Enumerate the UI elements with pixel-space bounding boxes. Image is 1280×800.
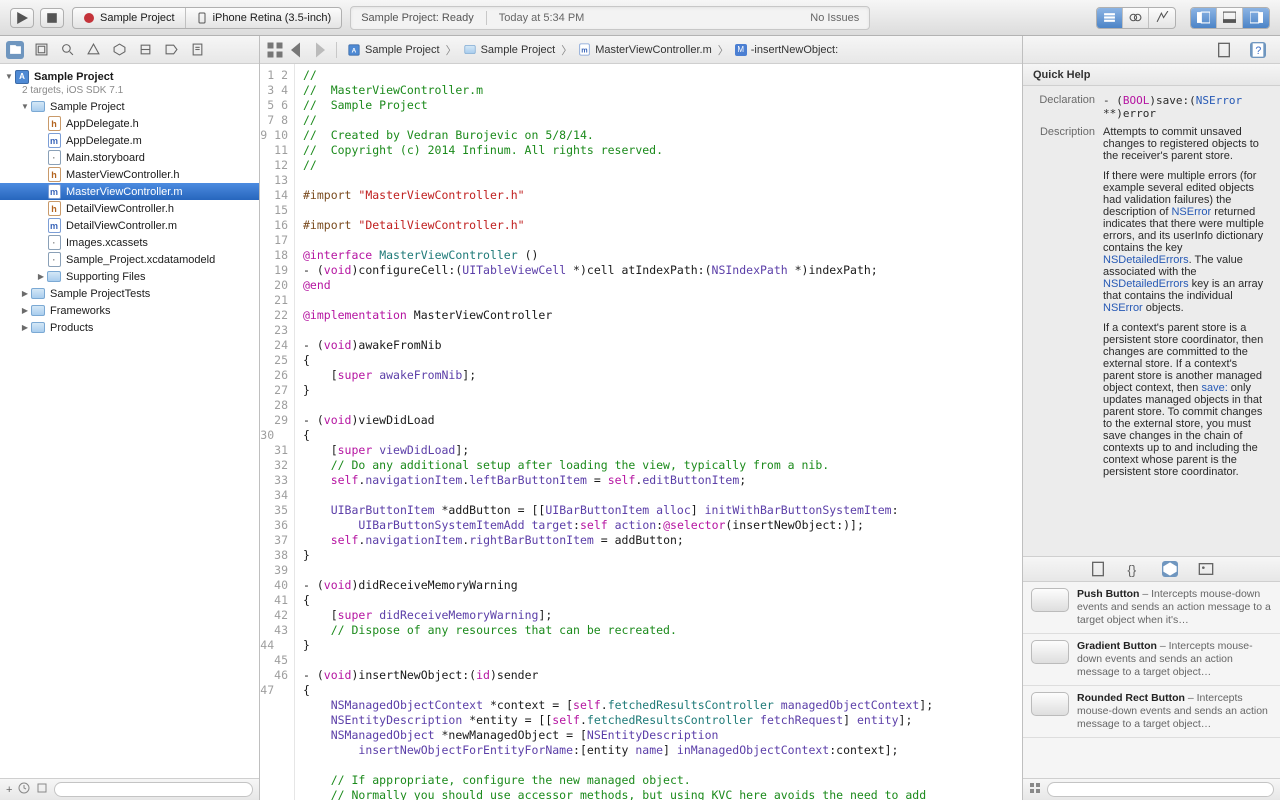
run-button[interactable]	[10, 8, 34, 28]
scheme-destination-label: iPhone Retina (3.5-inch)	[213, 12, 332, 24]
project-subtitle: 2 targets, iOS SDK 7.1	[0, 85, 259, 98]
related-items-button[interactable]	[266, 41, 284, 59]
code-area[interactable]: // // MasterViewController.m // Sample P…	[295, 64, 1022, 800]
standard-editor-button[interactable]	[1097, 8, 1123, 28]
breakpoint-navigator-tab[interactable]	[162, 41, 180, 59]
quick-help-body: Declaration - (BOOL)save:(NSError **)err…	[1023, 86, 1280, 556]
code-snippet-library-tab[interactable]: {}	[1126, 561, 1142, 577]
tree-row[interactable]: hMasterViewController.h	[0, 166, 259, 183]
app-icon	[83, 12, 95, 24]
file-template-library-tab[interactable]	[1090, 561, 1106, 577]
forward-button[interactable]	[310, 41, 328, 59]
library-item[interactable]: Rounded Rect Button – Intercepts mouse-d…	[1023, 686, 1280, 738]
library-item[interactable]: Push Button – Intercepts mouse-down even…	[1023, 582, 1280, 634]
find-navigator-tab[interactable]	[58, 41, 76, 59]
svg-text:?: ?	[1255, 45, 1261, 57]
library-view-icon[interactable]	[1029, 782, 1041, 797]
toggle-debug-button[interactable]	[1217, 8, 1243, 28]
simulator-icon	[196, 12, 208, 24]
navigator-panel: ▼ A Sample Project 2 targets, iOS SDK 7.…	[0, 36, 260, 800]
library-thumb	[1031, 640, 1069, 664]
tree-row[interactable]: ▶Products	[0, 319, 259, 336]
file-inspector-tab[interactable]	[1216, 42, 1232, 58]
svg-text:{}: {}	[1127, 562, 1136, 577]
stop-button[interactable]	[40, 8, 64, 28]
navigator-filter-input[interactable]	[54, 782, 253, 797]
scheme-target[interactable]: Sample Project	[73, 8, 186, 28]
library-thumb	[1031, 588, 1069, 612]
debug-navigator-tab[interactable]	[136, 41, 154, 59]
jump-group[interactable]: Sample Project	[461, 44, 558, 56]
object-library-tab[interactable]	[1162, 561, 1178, 577]
jump-file[interactable]: mMasterViewController.m	[576, 42, 714, 57]
version-editor-button[interactable]	[1149, 8, 1175, 28]
symbol-navigator-tab[interactable]	[32, 41, 50, 59]
tree-row[interactable]: ▶Supporting Files	[0, 268, 259, 285]
toolbar: Sample Project iPhone Retina (3.5-inch) …	[0, 0, 1280, 36]
add-button[interactable]: +	[6, 784, 12, 796]
navigator-selector	[0, 36, 259, 64]
source-editor[interactable]: 1 2 3 4 5 6 7 8 9 10 11 12 13 14 15 16 1…	[260, 64, 1022, 800]
tree-row[interactable]: hAppDelegate.h	[0, 115, 259, 132]
activity-viewer: Sample Project: Ready Today at 5:34 PM N…	[350, 6, 870, 30]
tree-row[interactable]: ▶Frameworks	[0, 302, 259, 319]
tree-row[interactable]: mAppDelegate.m	[0, 132, 259, 149]
library-thumb	[1031, 692, 1069, 716]
library-item[interactable]: Gradient Button – Intercepts mouse-down …	[1023, 634, 1280, 686]
project-navigator-tab[interactable]	[6, 41, 24, 59]
jump-symbol[interactable]: M-insertNewObject:	[733, 44, 840, 56]
tree-row[interactable]: ·Images.xcassets	[0, 234, 259, 251]
library-selector: {}	[1023, 556, 1280, 582]
report-navigator-tab[interactable]	[188, 41, 206, 59]
object-library-list[interactable]: Push Button – Intercepts mouse-down even…	[1023, 582, 1280, 778]
navigator-filter-bar: +	[0, 778, 259, 800]
activity-title: Sample Project: Ready	[361, 12, 474, 24]
toggle-navigator-button[interactable]	[1191, 8, 1217, 28]
tree-row[interactable]: hDetailViewController.h	[0, 200, 259, 217]
recent-filter-icon[interactable]	[18, 782, 30, 797]
scheme-target-label: Sample Project	[100, 12, 175, 24]
description-label: Description	[1033, 126, 1103, 478]
tree-row[interactable]: ▶Sample ProjectTests	[0, 285, 259, 302]
tree-row[interactable]: mDetailViewController.m	[0, 217, 259, 234]
tree-row[interactable]: ·Sample_Project.xcdatamodeld	[0, 251, 259, 268]
quick-help-tab[interactable]: ?	[1250, 42, 1266, 58]
tree-row[interactable]: mMasterViewController.m	[0, 183, 259, 200]
activity-issues: No Issues	[810, 12, 859, 24]
library-filter-input[interactable]	[1047, 782, 1274, 797]
jump-project[interactable]: ASample Project	[345, 43, 442, 57]
declaration-label: Declaration	[1033, 94, 1103, 120]
tree-row[interactable]: ▼Sample Project	[0, 98, 259, 115]
view-toggles[interactable]	[1190, 7, 1270, 29]
inspector-selector: ?	[1023, 36, 1280, 64]
test-navigator-tab[interactable]	[110, 41, 128, 59]
quick-help-title: Quick Help	[1023, 64, 1280, 86]
scheme-destination[interactable]: iPhone Retina (3.5-inch)	[186, 8, 342, 28]
line-gutter: 1 2 3 4 5 6 7 8 9 10 11 12 13 14 15 16 1…	[260, 64, 295, 800]
editor-mode-selector[interactable]	[1096, 7, 1176, 29]
jump-bar: ASample Project 〉 Sample Project 〉 mMast…	[260, 36, 1022, 64]
utilities-panel: ? Quick Help Declaration - (BOOL)save:(N…	[1022, 36, 1280, 800]
scm-filter-icon[interactable]	[36, 782, 48, 797]
toggle-utilities-button[interactable]	[1243, 8, 1269, 28]
issue-navigator-tab[interactable]	[84, 41, 102, 59]
media-library-tab[interactable]	[1198, 561, 1214, 577]
description-value: Attempts to commit unsaved changes to re…	[1103, 126, 1270, 478]
activity-time: Today at 5:34 PM	[499, 12, 585, 24]
project-name: Sample Project	[34, 71, 113, 83]
assistant-editor-button[interactable]	[1123, 8, 1149, 28]
tree-row[interactable]: ·Main.storyboard	[0, 149, 259, 166]
tree-project-root[interactable]: ▼ A Sample Project	[0, 68, 259, 85]
library-filter-bar	[1023, 778, 1280, 800]
scheme-selector[interactable]: Sample Project iPhone Retina (3.5-inch)	[72, 7, 342, 29]
editor-area: ASample Project 〉 Sample Project 〉 mMast…	[260, 36, 1022, 800]
back-button[interactable]	[288, 41, 306, 59]
project-tree[interactable]: ▼ A Sample Project 2 targets, iOS SDK 7.…	[0, 64, 259, 778]
declaration-value: - (BOOL)save:(NSError **)error	[1103, 94, 1242, 120]
